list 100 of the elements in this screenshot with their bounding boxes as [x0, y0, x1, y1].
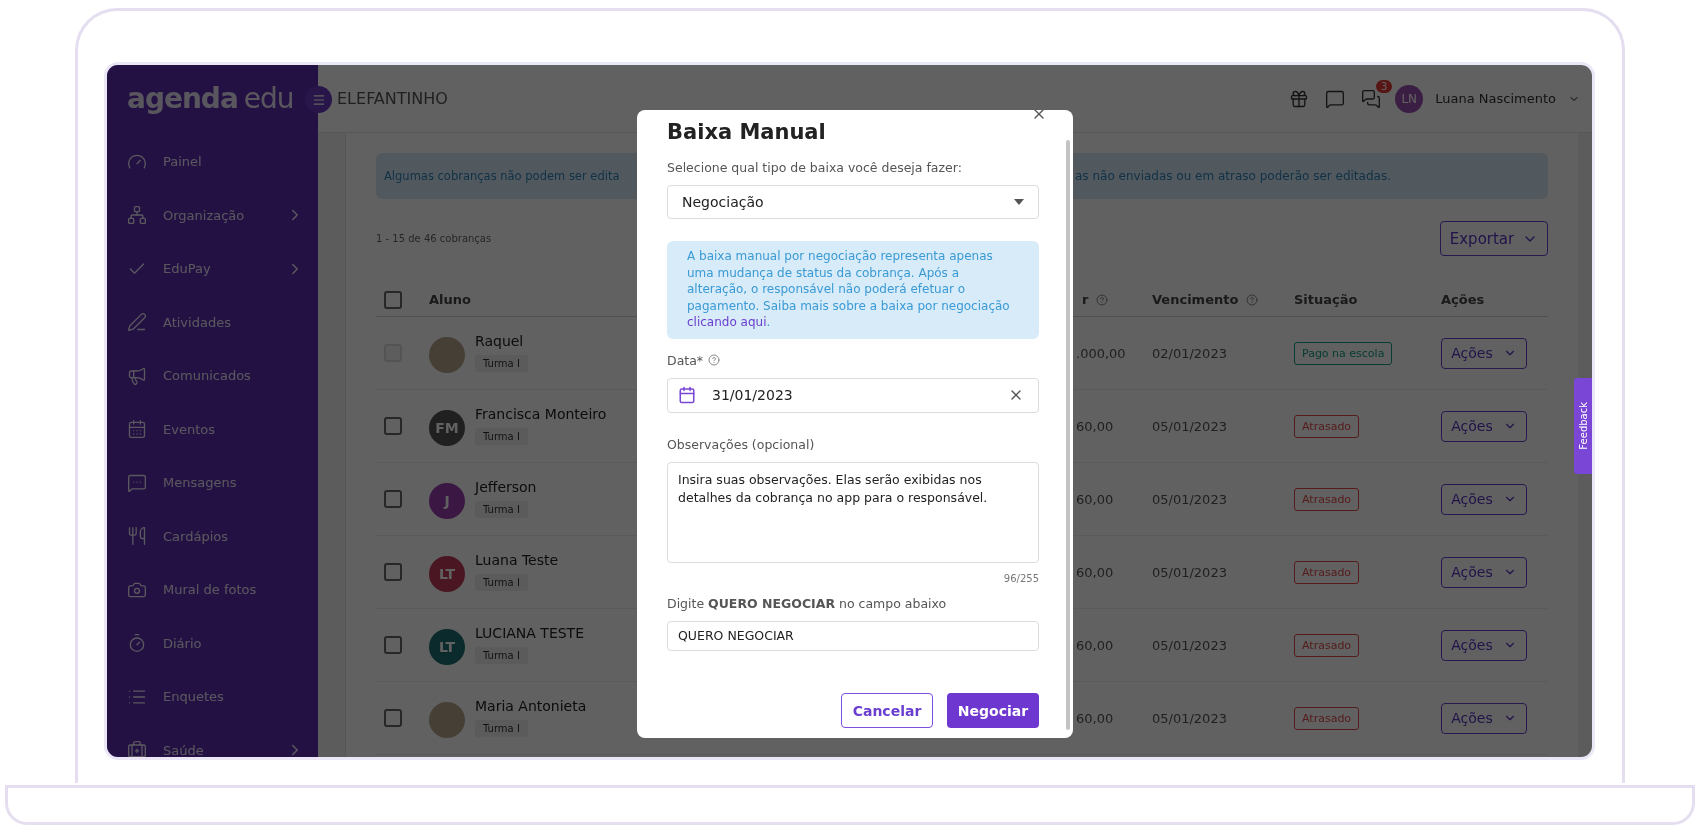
column-header: Ações	[1441, 292, 1485, 307]
table-cell-text: 05/01/2023	[1151, 564, 1228, 580]
utensils-icon	[127, 526, 147, 547]
status-tag: Atrasado	[1294, 487, 1360, 511]
row-checkbox[interactable]	[384, 563, 402, 581]
row-checkbox[interactable]	[384, 636, 402, 654]
student-name: Jefferson	[475, 479, 537, 495]
sidebar-item[interactable]: Diário	[107, 616, 318, 670]
sidebar-item[interactable]: Painel	[107, 135, 318, 189]
sidebar-item[interactable]: Mensagens	[107, 456, 318, 510]
sidebar-item[interactable]: EduPay	[107, 242, 318, 296]
help-icon[interactable]	[708, 354, 721, 366]
row-checkbox[interactable]	[384, 709, 402, 727]
sidebar-item[interactable]: Organização	[107, 188, 318, 242]
class-tag: Turma I	[475, 428, 528, 445]
user-avatar[interactable]: LN	[1395, 84, 1424, 113]
gift-icon[interactable]	[1289, 88, 1310, 109]
table-cell-text: 02/01/2023	[1151, 345, 1228, 361]
actions-button[interactable]: Ações	[1441, 483, 1527, 515]
field-label: Observações (opcional)	[667, 436, 815, 452]
help-icon[interactable]	[1096, 293, 1109, 306]
status-tag: Atrasado	[1294, 706, 1360, 730]
menu-icon	[311, 92, 326, 107]
sidebar-item[interactable]: Saúde	[107, 723, 318, 757]
user-name[interactable]: Luana Nascimento	[1435, 91, 1556, 106]
table-cell-text: 60,00	[1075, 491, 1115, 507]
field-label: Selecione qual tipo de baixa você deseja fazer:	[667, 160, 962, 175]
table-cell-text: 60,00	[1075, 637, 1115, 653]
timer-icon	[127, 633, 147, 654]
actions-button[interactable]: Ações	[1441, 702, 1527, 734]
sidebar-item[interactable]: Atividades	[107, 295, 318, 349]
cancel-button[interactable]: Cancelar	[841, 693, 933, 728]
actions-button[interactable]: Ações	[1441, 410, 1527, 442]
network-icon	[127, 205, 147, 226]
medical-kit-icon	[127, 740, 147, 757]
table-cell-text: 60,00	[1075, 418, 1115, 434]
sidebar-item[interactable]: Enquetes	[107, 670, 318, 724]
notes-field[interactable]: Insira suas observações. Elas serão exibidas nos detalhes da cobrança no app para o responsável.	[667, 461, 1039, 563]
table-cell-text: 05/01/2023	[1151, 710, 1228, 726]
export-button[interactable]: Exportar	[1440, 221, 1548, 256]
field-label: Digite QUERO NEGOCIAR no campo abaixo	[667, 595, 947, 611]
megaphone-icon	[127, 365, 147, 386]
sidebar-item[interactable]: Eventos	[107, 402, 318, 456]
sidebar-item[interactable]: Comunicados	[107, 349, 318, 403]
student-name: LUCIANA TESTE	[475, 625, 584, 641]
student-name: Maria Antonieta	[475, 698, 587, 714]
student-avatar: LT	[429, 629, 465, 665]
table-cell-text: 60,00	[1075, 710, 1115, 726]
sidebar-item[interactable]: Mural de fotos	[107, 563, 318, 617]
table-cell-text: 05/01/2023	[1151, 637, 1228, 653]
sidebar-item[interactable]: Cardápios	[107, 509, 318, 563]
class-tag: Turma I	[475, 501, 528, 518]
column-header: Situação	[1294, 292, 1358, 307]
table-cell-text: 60,00	[1075, 564, 1115, 580]
calendar-icon	[678, 386, 696, 404]
column-header: Aluno	[429, 292, 471, 307]
type-select[interactable]: Negociação	[667, 185, 1039, 219]
table-cell-text: .000,00	[1075, 345, 1127, 361]
status-tag: Atrasado	[1294, 560, 1360, 584]
column-header: r	[1082, 292, 1089, 307]
date-field[interactable]: 31/01/2023	[667, 377, 1039, 413]
photo-placeholder	[429, 337, 465, 373]
table-cell-text: 05/01/2023	[1151, 418, 1228, 434]
menu-button[interactable]	[305, 86, 332, 113]
row-checkbox[interactable]	[384, 417, 402, 435]
class-tag: Turma I	[475, 355, 528, 372]
alert-text: as não enviadas ou em atraso poderão ser editadas.	[1075, 169, 1392, 183]
class-tag: Turma I	[475, 647, 528, 664]
field-label: Data*	[667, 352, 704, 368]
select-all-checkbox[interactable]	[384, 290, 402, 309]
student-name: Francisca Monteiro	[475, 406, 607, 422]
modal-title: Baixa Manual	[667, 120, 827, 144]
school-name: ELEFANTINHO	[337, 89, 448, 108]
help-icon[interactable]	[1246, 293, 1259, 306]
photo-placeholder	[429, 702, 465, 738]
alert-text: Algumas cobranças não podem ser edita	[383, 169, 621, 183]
notification-badge: 3	[1375, 79, 1393, 93]
chat-icon	[127, 472, 147, 493]
actions-button[interactable]: Ações	[1441, 629, 1527, 661]
status-tag: Pago na escola	[1294, 341, 1393, 365]
class-tag: Turma I	[475, 574, 528, 591]
student-avatar: FM	[429, 410, 465, 446]
chat-icon[interactable]	[1361, 88, 1382, 109]
student-name: Luana Teste	[475, 552, 559, 568]
info-text: A baixa manual por negociação representa apenas uma mudança de status da cobrança. Após a alteração, o responsável não poderá efetuar o pagamento. Saiba mais sobre a baixa por negociação clicando aqui.	[667, 241, 1039, 339]
status-tag: Atrasado	[1294, 633, 1360, 657]
actions-button[interactable]: Ações	[1441, 556, 1527, 588]
column-header: Vencimento	[1152, 292, 1239, 307]
submit-button[interactable]: Negociar	[947, 693, 1039, 728]
character-count: 96/255	[1003, 572, 1039, 584]
student-avatar: LT	[429, 556, 465, 592]
result-count: 1 - 15 de 46 cobranças	[376, 233, 492, 244]
student-avatar: J	[429, 483, 465, 519]
feedback-tab[interactable]: Feedback	[1574, 378, 1592, 474]
help-icon[interactable]	[1325, 88, 1346, 109]
row-checkbox[interactable]	[384, 490, 402, 508]
confirm-field[interactable]: QUERO NEGOCIAR	[667, 620, 1039, 651]
table-cell-text: 05/01/2023	[1151, 491, 1228, 507]
learn-more-link[interactable]: clicando aqui	[687, 315, 767, 329]
status-tag: Atrasado	[1294, 414, 1360, 438]
